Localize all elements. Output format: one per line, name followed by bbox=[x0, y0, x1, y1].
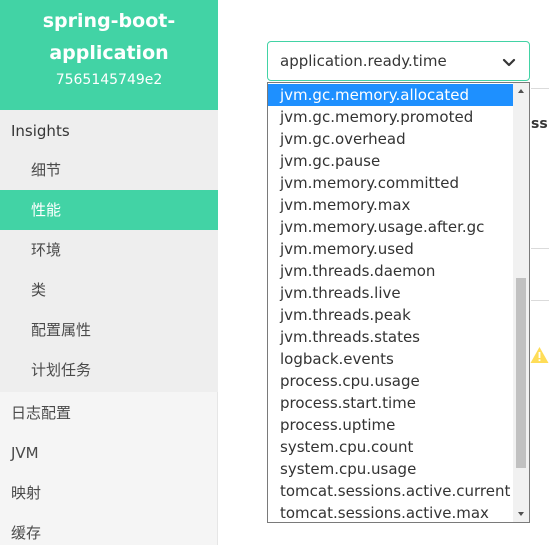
insights-heading[interactable]: Insights bbox=[11, 122, 70, 140]
option-jvm-gc-memory-promoted[interactable]: jvm.gc.memory.promoted bbox=[268, 106, 514, 128]
sidebar-item-environment[interactable]: 环境 bbox=[0, 230, 218, 270]
sidebar-item-loggers[interactable]: 日志配置 bbox=[0, 393, 218, 433]
metric-select[interactable]: application.ready.time bbox=[267, 41, 530, 81]
option-tomcat-sessions-active-current[interactable]: tomcat.sessions.active.current bbox=[268, 480, 514, 502]
option-jvm-threads-live[interactable]: jvm.threads.live bbox=[268, 282, 514, 304]
metric-options-list[interactable]: jvm.gc.memory.allocated jvm.gc.memory.pr… bbox=[267, 82, 530, 523]
option-jvm-memory-committed[interactable]: jvm.memory.committed bbox=[268, 172, 514, 194]
instance-id: 7565145749e2 bbox=[55, 72, 163, 88]
app-name-line1: spring-boot- bbox=[42, 10, 176, 32]
option-system-cpu-count[interactable]: system.cpu.count bbox=[268, 436, 514, 458]
sidebar: spring-boot- application 7565145749e2 In… bbox=[0, 0, 218, 545]
partial-column-header: ss bbox=[531, 116, 548, 132]
divider bbox=[531, 300, 549, 301]
option-jvm-memory-max[interactable]: jvm.memory.max bbox=[268, 194, 514, 216]
option-jvm-gc-pause[interactable]: jvm.gc.pause bbox=[268, 150, 514, 172]
insights-group: Insights 细节 性能 环境 类 配置属性 计划任务 bbox=[0, 110, 218, 392]
option-jvm-threads-daemon[interactable]: jvm.threads.daemon bbox=[268, 260, 514, 282]
option-jvm-threads-states[interactable]: jvm.threads.states bbox=[268, 326, 514, 348]
scrollbar-thumb[interactable] bbox=[516, 278, 526, 468]
sidebar-item-details[interactable]: 细节 bbox=[0, 150, 218, 190]
scroll-down-arrow-icon[interactable] bbox=[517, 510, 525, 518]
scroll-up-arrow-icon[interactable] bbox=[517, 87, 525, 95]
app-name-line2: application bbox=[49, 42, 169, 64]
option-jvm-memory-used[interactable]: jvm.memory.used bbox=[268, 238, 514, 260]
option-process-cpu-usage[interactable]: process.cpu.usage bbox=[268, 370, 514, 392]
sidebar-item-scheduled-tasks[interactable]: 计划任务 bbox=[0, 350, 218, 390]
dropdown-scrollbar[interactable] bbox=[513, 83, 529, 522]
metric-select-value: application.ready.time bbox=[280, 52, 447, 70]
option-tomcat-sessions-active-max[interactable]: tomcat.sessions.active.max bbox=[268, 502, 514, 522]
divider bbox=[531, 248, 549, 249]
option-jvm-gc-memory-allocated[interactable]: jvm.gc.memory.allocated bbox=[268, 84, 514, 106]
app-brand[interactable]: spring-boot- application 7565145749e2 bbox=[0, 0, 218, 110]
option-process-uptime[interactable]: process.uptime bbox=[268, 414, 514, 436]
option-jvm-threads-peak[interactable]: jvm.threads.peak bbox=[268, 304, 514, 326]
divider bbox=[531, 88, 549, 89]
option-system-cpu-usage[interactable]: system.cpu.usage bbox=[268, 458, 514, 480]
option-jvm-gc-overhead[interactable]: jvm.gc.overhead bbox=[268, 128, 514, 150]
option-jvm-memory-usage-after-gc[interactable]: jvm.memory.usage.after.gc bbox=[268, 216, 514, 238]
sidebar-item-caches[interactable]: 缓存 bbox=[0, 513, 218, 545]
sidebar-item-mappings[interactable]: 映射 bbox=[0, 473, 218, 513]
warning-icon bbox=[530, 347, 549, 363]
sidebar-item-metrics[interactable]: 性能 bbox=[0, 190, 218, 230]
chevron-down-icon bbox=[502, 58, 516, 67]
sidebar-item-jvm[interactable]: JVM bbox=[0, 433, 218, 473]
option-logback-events[interactable]: logback.events bbox=[268, 348, 514, 370]
option-process-start-time[interactable]: process.start.time bbox=[268, 392, 514, 414]
sidebar-item-configprops[interactable]: 配置属性 bbox=[0, 310, 218, 350]
sidebar-item-beans[interactable]: 类 bbox=[0, 270, 218, 310]
